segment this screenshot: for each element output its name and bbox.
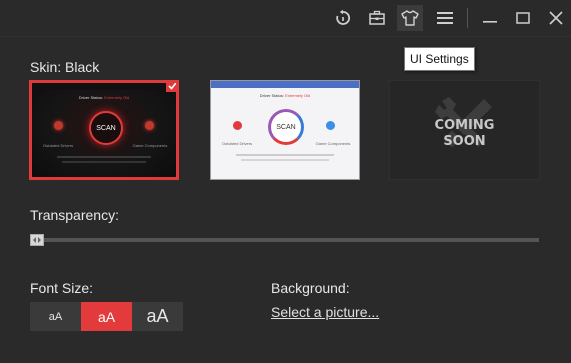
close-button[interactable] [543, 5, 569, 31]
coming-soon-line2: SOON [443, 134, 486, 149]
close-icon [549, 11, 563, 25]
minimize-icon [483, 21, 497, 23]
title-bar [0, 0, 571, 36]
font-size-label: Font Size: [30, 280, 94, 296]
menu-button[interactable] [432, 5, 458, 31]
skin-button[interactable] [397, 5, 423, 31]
select-picture-link[interactable]: Select a picture... [271, 304, 379, 320]
skin-option-black[interactable]: Driver Status: Extremely Old SCAN Outdat… [29, 80, 179, 180]
tooltip: UI Settings [404, 47, 475, 71]
minimize-button[interactable] [477, 5, 503, 31]
titlebar-divider [0, 36, 571, 37]
preview-status: Driver Status: Extremely Old [32, 95, 176, 100]
preview-status-title: Driver Status: [78, 95, 103, 100]
selected-check-icon [166, 83, 176, 92]
toolbox-icon [369, 10, 385, 25]
transparency-slider-thumb[interactable] [30, 234, 44, 246]
preview-scan-button: SCAN [89, 111, 123, 145]
preview-right-caption: Game Components [315, 141, 351, 146]
coming-soon-text: COMING SOON [390, 118, 539, 150]
coming-soon-line1: COMING [434, 118, 495, 133]
skin-label: Skin: Black [30, 59, 100, 75]
preview-status-title: Driver Status: [259, 93, 284, 98]
transparency-slider-track[interactable] [30, 238, 539, 242]
restore-icon [336, 9, 351, 25]
font-size-large-button[interactable]: aA [132, 302, 183, 331]
tshirt-icon [401, 10, 419, 26]
background-label: Background: [271, 280, 350, 296]
preview-text-line [62, 161, 146, 163]
preview-scan-button: SCAN [268, 109, 304, 145]
game-components-icon [145, 121, 154, 130]
slider-grip-icon [33, 237, 41, 243]
outdated-drivers-icon [233, 121, 242, 130]
maximize-icon [516, 12, 530, 24]
game-components-icon [326, 121, 335, 130]
preview-status: Driver Status: Extremely Old [211, 93, 359, 98]
preview-right-caption: Game Components [132, 143, 168, 148]
transparency-label: Transparency: [30, 207, 119, 223]
preview-text-line [57, 156, 151, 158]
preview-text-line [236, 154, 334, 156]
preview-status-value: Extremely Old [285, 93, 311, 98]
skin-option-white[interactable]: Driver Status: Extremely Old SCAN Outdat… [210, 80, 360, 180]
preview-titlebar [211, 81, 359, 88]
preview-titlebar [32, 83, 176, 90]
font-size-selector: aA aA aA [30, 302, 183, 331]
titlebar-separator [467, 8, 468, 28]
maximize-button[interactable] [510, 5, 536, 31]
skin-option-coming-soon: COMING SOON [389, 80, 540, 180]
toolbox-button[interactable] [364, 5, 390, 31]
preview-text-line [241, 159, 329, 161]
font-size-medium-button[interactable]: aA [81, 302, 132, 331]
menu-icon [437, 12, 453, 24]
preview-left-caption: Outdated Drivers [42, 143, 74, 148]
preview-status-value: Extremely Old [104, 95, 130, 100]
restore-button[interactable] [330, 5, 356, 31]
preview-left-caption: Outdated Drivers [221, 141, 253, 146]
outdated-drivers-icon [54, 121, 63, 130]
font-size-small-button[interactable]: aA [30, 302, 81, 331]
